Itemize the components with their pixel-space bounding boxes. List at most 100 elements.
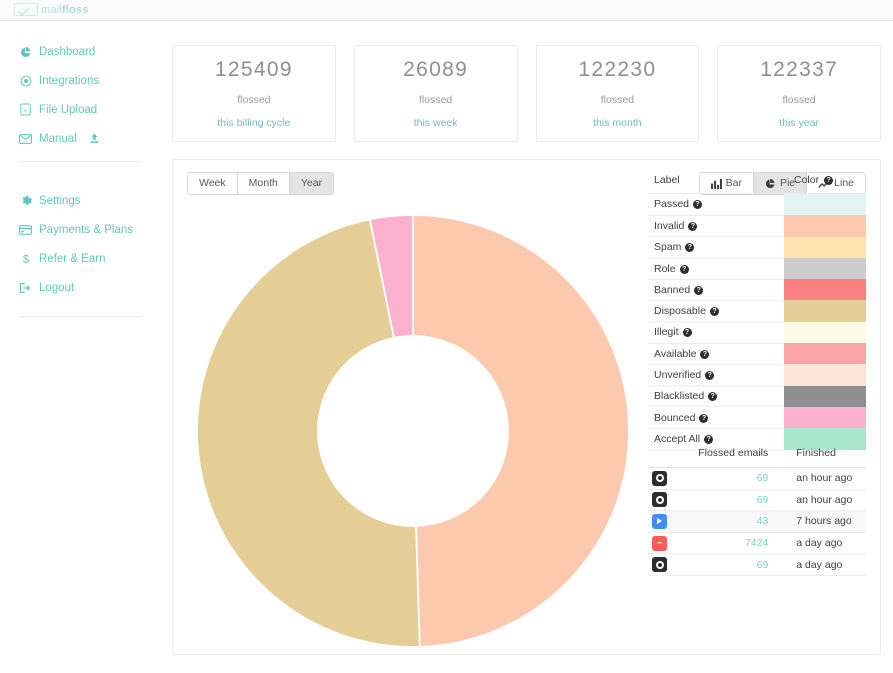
range-button-month[interactable]: Month xyxy=(236,172,289,195)
legend-row-color[interactable] xyxy=(784,236,866,258)
stat-sub: flossed xyxy=(600,94,635,106)
jobs-row-count: 69 xyxy=(680,553,787,576)
legend-row-label: Invalid? xyxy=(648,215,784,238)
table-row[interactable]: 43 7 hours ago xyxy=(648,510,866,533)
legend-row-color[interactable] xyxy=(784,300,866,322)
legend-table: Label Color? Passed? Invalid? Spam? Role? Ba… xyxy=(648,168,866,451)
help-icon[interactable]: ? xyxy=(824,176,834,185)
color-swatch[interactable] xyxy=(784,364,866,386)
help-icon[interactable]: ? xyxy=(693,200,703,210)
legend-row[interactable]: Role? xyxy=(648,257,866,280)
legend-row[interactable]: Passed? xyxy=(648,193,866,216)
color-swatch[interactable] xyxy=(784,236,866,258)
color-swatch[interactable] xyxy=(784,385,866,407)
color-swatch[interactable] xyxy=(784,343,866,365)
legend-row[interactable]: Bounced? xyxy=(648,406,866,429)
stat-sub: flossed xyxy=(418,94,453,106)
legend-row-color[interactable] xyxy=(784,343,866,365)
help-icon[interactable]: ? xyxy=(699,413,709,423)
legend-row[interactable]: Invalid? xyxy=(648,215,866,238)
sidebar-item-refer-earn[interactable]: $ Refer & Earn xyxy=(0,244,160,273)
color-swatch[interactable] xyxy=(784,300,866,322)
logo-text-bold: floss xyxy=(61,3,89,16)
legend-row[interactable]: Banned? xyxy=(648,279,866,301)
help-icon[interactable]: ? xyxy=(688,221,698,231)
range-button-week[interactable]: Week xyxy=(187,172,237,195)
legend-row-color[interactable] xyxy=(784,215,866,237)
logo-text: mailfloss xyxy=(41,4,89,16)
legend-header-label: Label xyxy=(648,168,784,194)
legend-row-label: Available? xyxy=(648,343,784,365)
legend-row[interactable]: Available? xyxy=(648,343,866,365)
sidebar: Dashboard Integrations x File Upload Man… xyxy=(0,21,160,673)
analytics-panel: Week Month Year Bar Pie Line Label Color… xyxy=(172,159,881,655)
legend-row-label: Blacklisted? xyxy=(648,385,784,408)
sidebar-item-label: Settings xyxy=(39,194,81,207)
credit-card-icon xyxy=(19,223,32,236)
sidebar-item-settings[interactable]: Settings xyxy=(0,186,160,215)
color-swatch[interactable] xyxy=(784,321,866,344)
legend-row-color[interactable] xyxy=(784,257,866,280)
legend-row-color[interactable] xyxy=(784,406,866,429)
help-icon[interactable]: ? xyxy=(685,243,695,253)
color-swatch[interactable] xyxy=(784,257,866,280)
table-row[interactable]: ~7424 a day ago xyxy=(648,532,866,555)
legend-row-label: Bounced? xyxy=(648,406,784,429)
target-icon xyxy=(19,74,32,87)
jobs-header-row: Flossed emails Finished xyxy=(648,441,866,468)
jobs-row-finished: an hour ago xyxy=(786,489,866,512)
color-swatch[interactable] xyxy=(784,279,866,301)
color-swatch[interactable] xyxy=(784,194,866,216)
mailchimp-icon: ~ xyxy=(652,535,667,551)
legend-header-row: Label Color? xyxy=(648,168,866,194)
dollar-icon: $ xyxy=(19,252,32,265)
legend-row-label: Passed? xyxy=(648,193,784,216)
help-icon[interactable]: ? xyxy=(694,285,704,295)
legend-row-color[interactable] xyxy=(784,385,866,407)
legend-header-color: Color? xyxy=(784,168,866,194)
app-logo[interactable]: mailfloss xyxy=(14,3,89,16)
range-button-group: Week Month Year xyxy=(187,172,335,195)
help-icon[interactable]: ? xyxy=(709,307,719,317)
legend-row[interactable]: Unverified? xyxy=(648,364,866,387)
help-icon[interactable]: ? xyxy=(708,392,718,402)
donut-slice-invalid[interactable] xyxy=(412,214,630,648)
stat-number: 125409 xyxy=(214,58,293,81)
legend-row-label: Unverified? xyxy=(648,364,784,387)
color-swatch[interactable] xyxy=(784,406,866,429)
color-swatch[interactable] xyxy=(784,215,866,237)
sidebar-item-logout[interactable]: Logout xyxy=(0,273,160,302)
table-row[interactable]: 69 an hour ago xyxy=(648,467,866,490)
jobs-row-icon-cell xyxy=(648,489,680,512)
logo-mark-icon xyxy=(14,3,38,16)
jobs-row-icon-cell xyxy=(648,553,680,576)
legend-row-color[interactable] xyxy=(784,194,866,216)
legend-row[interactable]: Spam? xyxy=(648,236,866,259)
help-icon[interactable]: ? xyxy=(679,264,689,274)
help-icon[interactable]: ? xyxy=(700,349,710,359)
sidebar-item-payments-plans[interactable]: Payments & Plans xyxy=(0,215,160,244)
help-icon[interactable]: ? xyxy=(682,328,692,338)
legend-row-color[interactable] xyxy=(784,279,866,301)
stat-period: this month xyxy=(593,117,642,129)
legend-row-color[interactable] xyxy=(784,321,866,344)
table-row[interactable]: 69 a day ago xyxy=(648,553,866,576)
stat-number: 122230 xyxy=(578,58,657,81)
help-icon[interactable]: ? xyxy=(705,371,715,381)
legend-row-color[interactable] xyxy=(784,364,866,386)
sidebar-item-file-upload[interactable]: x File Upload xyxy=(0,95,160,124)
stat-number: 122337 xyxy=(760,58,839,81)
jobs-row-count: 69 xyxy=(680,467,787,490)
sidebar-item-manual[interactable]: Manual xyxy=(0,124,160,153)
legend-row[interactable]: Blacklisted? xyxy=(648,385,866,408)
range-button-year[interactable]: Year xyxy=(288,172,335,195)
legend-row-label: Illegit? xyxy=(648,321,784,344)
sidebar-item-dashboard[interactable]: Dashboard xyxy=(0,37,160,66)
legend-row[interactable]: Illegit? xyxy=(648,321,866,344)
hubspot-icon xyxy=(652,492,667,508)
legend-row[interactable]: Disposable? xyxy=(648,300,866,323)
table-row[interactable]: 69 an hour ago xyxy=(648,489,866,512)
sidebar-item-integrations[interactable]: Integrations xyxy=(0,66,160,95)
jobs-row-icon-cell: ~ xyxy=(648,532,680,555)
donut-chart[interactable] xyxy=(193,211,633,651)
